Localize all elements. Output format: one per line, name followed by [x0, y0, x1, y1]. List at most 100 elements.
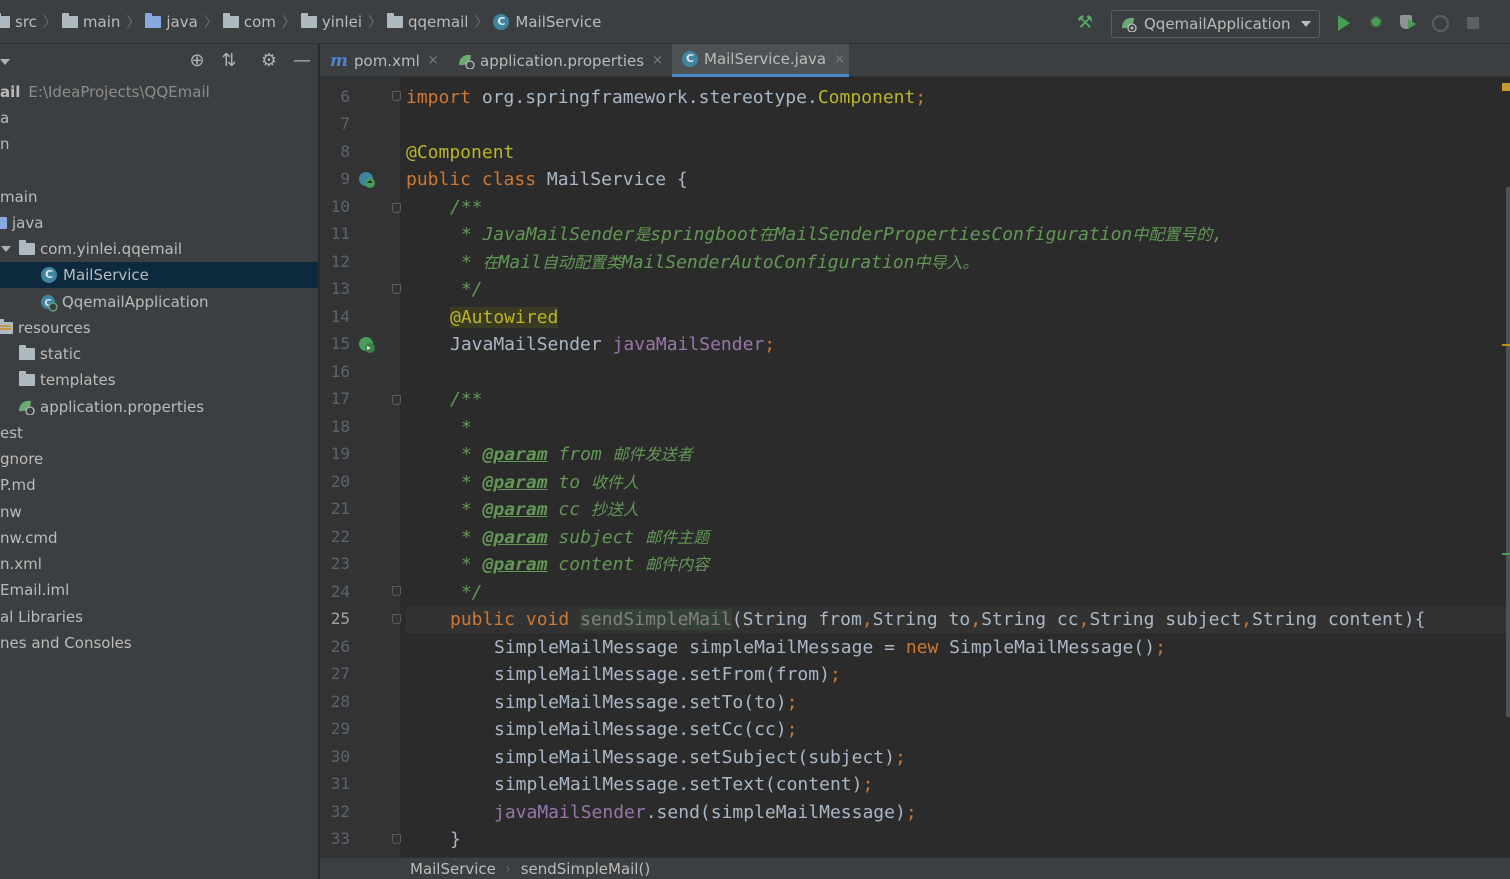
source-folder-icon	[0, 217, 7, 229]
error-stripe[interactable]	[1500, 77, 1510, 857]
chevron-down-icon[interactable]	[1, 246, 11, 252]
warning-marker[interactable]	[1502, 83, 1510, 91]
tree-item[interactable]: a	[0, 105, 318, 131]
breadcrumb-class[interactable]: MailService	[410, 860, 496, 878]
chevron-right-icon: 〉	[42, 15, 57, 31]
autowired-bean-icon[interactable]	[358, 336, 376, 354]
breadcrumb-label: main	[82, 13, 121, 31]
tree-item-label: n	[0, 135, 10, 153]
breadcrumb-com[interactable]: com	[222, 0, 276, 44]
tree-item-project-root[interactable]: ail E:\IdeaProjects\QQEmail	[0, 79, 318, 105]
tree-item-label: est	[0, 424, 23, 442]
build-button[interactable]: ⚒	[1074, 12, 1096, 34]
code-content[interactable]: · import org.springframework.stereotype.…	[406, 77, 1510, 857]
tree-item[interactable]: gnore	[0, 446, 318, 472]
package-icon	[222, 13, 239, 28]
run-icon[interactable]	[1334, 13, 1354, 33]
line-number: 24	[330, 582, 350, 601]
tree-item-external-libraries[interactable]: al Libraries	[0, 604, 318, 630]
locate-icon[interactable]: ⊕	[186, 50, 208, 72]
chevron-right-icon: 〉	[474, 15, 489, 31]
debug-icon[interactable]: ✹	[1366, 13, 1386, 33]
tab-application-properties[interactable]: application.properties ×	[448, 44, 672, 77]
tree-item-application[interactable]: C QqemailApplication	[0, 289, 318, 315]
tree-item[interactable]: nw	[0, 499, 318, 525]
tree-item[interactable]: Email.iml	[0, 577, 318, 603]
tree-item[interactable]: n	[0, 131, 318, 157]
gear-icon[interactable]: ⚙	[258, 50, 280, 72]
line-number: 18	[330, 417, 350, 436]
warning-marker[interactable]	[1502, 344, 1510, 346]
breadcrumb-yinlei[interactable]: yinlei	[300, 0, 362, 44]
fold-marker-icon[interactable]	[392, 203, 401, 213]
tree-item-label: com.yinlei.qqemail	[40, 240, 183, 258]
code-line-22: * @param subject 邮件主题	[450, 527, 710, 548]
source-folder-icon	[145, 13, 162, 28]
project-toolbar: ⊕ ⇅ ⚙ —	[0, 44, 318, 78]
code-line-13: */	[450, 279, 483, 300]
run-configuration-select[interactable]: QqemailApplication	[1111, 10, 1320, 38]
tree-item-label: resources	[18, 319, 91, 337]
close-icon[interactable]: ×	[834, 52, 845, 67]
tree-item-package[interactable]: com.yinlei.qqemail	[0, 236, 318, 262]
close-icon[interactable]: ×	[652, 53, 663, 68]
code-line-21: * @param cc 抄送人	[450, 499, 639, 520]
tree-item-scratches[interactable]: nes and Consoles	[0, 630, 318, 656]
tree-item-label: templates	[40, 371, 116, 389]
tree-item-java[interactable]: java	[0, 210, 318, 236]
tree-item[interactable]: nw.cmd	[0, 525, 318, 551]
breadcrumb-main[interactable]: main	[61, 0, 121, 44]
tab-label: pom.xml	[354, 51, 420, 70]
fold-marker-icon[interactable]	[392, 395, 401, 405]
tree-item-resources[interactable]: resources	[0, 315, 318, 341]
tree-item-label: java	[12, 214, 44, 232]
tree-item-static[interactable]: static	[0, 341, 318, 367]
collapse-all-icon[interactable]: ⇅	[218, 50, 240, 72]
tree-item-mailservice[interactable]: C MailService	[0, 262, 318, 288]
fold-marker-icon[interactable]	[392, 91, 401, 101]
spring-bean-icon[interactable]	[358, 171, 376, 189]
fold-marker-icon[interactable]	[392, 586, 401, 596]
minimize-icon[interactable]: —	[291, 50, 313, 72]
fold-marker-icon[interactable]	[392, 614, 401, 624]
fold-marker-icon[interactable]	[392, 834, 401, 844]
scrollbar-thumb[interactable]	[1506, 187, 1510, 717]
line-number: 32	[330, 802, 350, 821]
code-line-17: /**	[450, 389, 483, 410]
editor-tabs: m pom.xml × application.properties × C M…	[320, 44, 1510, 77]
stop-icon[interactable]	[1464, 13, 1484, 33]
tree-item-application-properties[interactable]: application.properties	[0, 394, 318, 420]
tree-item[interactable]: P.md	[0, 472, 318, 498]
breadcrumb-qqemail[interactable]: qqemail	[387, 0, 468, 44]
code-line-31: simpleMailMessage.setText(content);	[494, 774, 874, 795]
breadcrumb-mailservice[interactable]: C MailService	[493, 0, 601, 44]
breadcrumb-method[interactable]: sendSimpleMail()	[521, 860, 650, 878]
tab-pom-xml[interactable]: m pom.xml ×	[320, 44, 448, 77]
package-icon	[387, 13, 403, 28]
class-icon: C	[41, 267, 57, 283]
code-line-11: * JavaMailSender是springboot在MailSenderPr…	[450, 224, 1224, 245]
package-icon	[300, 13, 317, 28]
breadcrumb-java[interactable]: java	[145, 0, 198, 44]
coverage-icon[interactable]	[1398, 13, 1418, 33]
tree-item-label: nw	[0, 503, 22, 521]
tab-mailservice-java[interactable]: C MailService.java ×	[672, 44, 849, 77]
tree-item[interactable]: est	[0, 420, 318, 446]
fold-marker-icon[interactable]	[392, 284, 401, 294]
code-editor[interactable]: 6 7 8 9 10 11 12 13 14 15 16 17 18 19 20…	[320, 77, 1510, 857]
close-icon[interactable]: ×	[428, 53, 439, 68]
spring-boot-icon	[1120, 16, 1138, 33]
profile-icon[interactable]	[1430, 13, 1450, 33]
line-number: 26	[330, 637, 350, 656]
breadcrumb-src[interactable]: src	[0, 0, 37, 44]
code-line-33: }	[450, 829, 461, 850]
tree-item-label: a	[0, 109, 10, 127]
project-path: E:\IdeaProjects\QQEmail	[28, 83, 210, 101]
line-number: 20	[330, 472, 350, 491]
tree-item-main[interactable]: main	[0, 184, 318, 210]
change-marker[interactable]	[1502, 553, 1510, 555]
tree-item-templates[interactable]: templates	[0, 367, 318, 393]
tree-item[interactable]: n.xml	[0, 551, 318, 577]
project-tool-window: ⊕ ⇅ ⚙ — ail E:\IdeaProjects\QQEmail a n …	[0, 44, 319, 879]
chevron-down-icon[interactable]	[0, 59, 10, 65]
